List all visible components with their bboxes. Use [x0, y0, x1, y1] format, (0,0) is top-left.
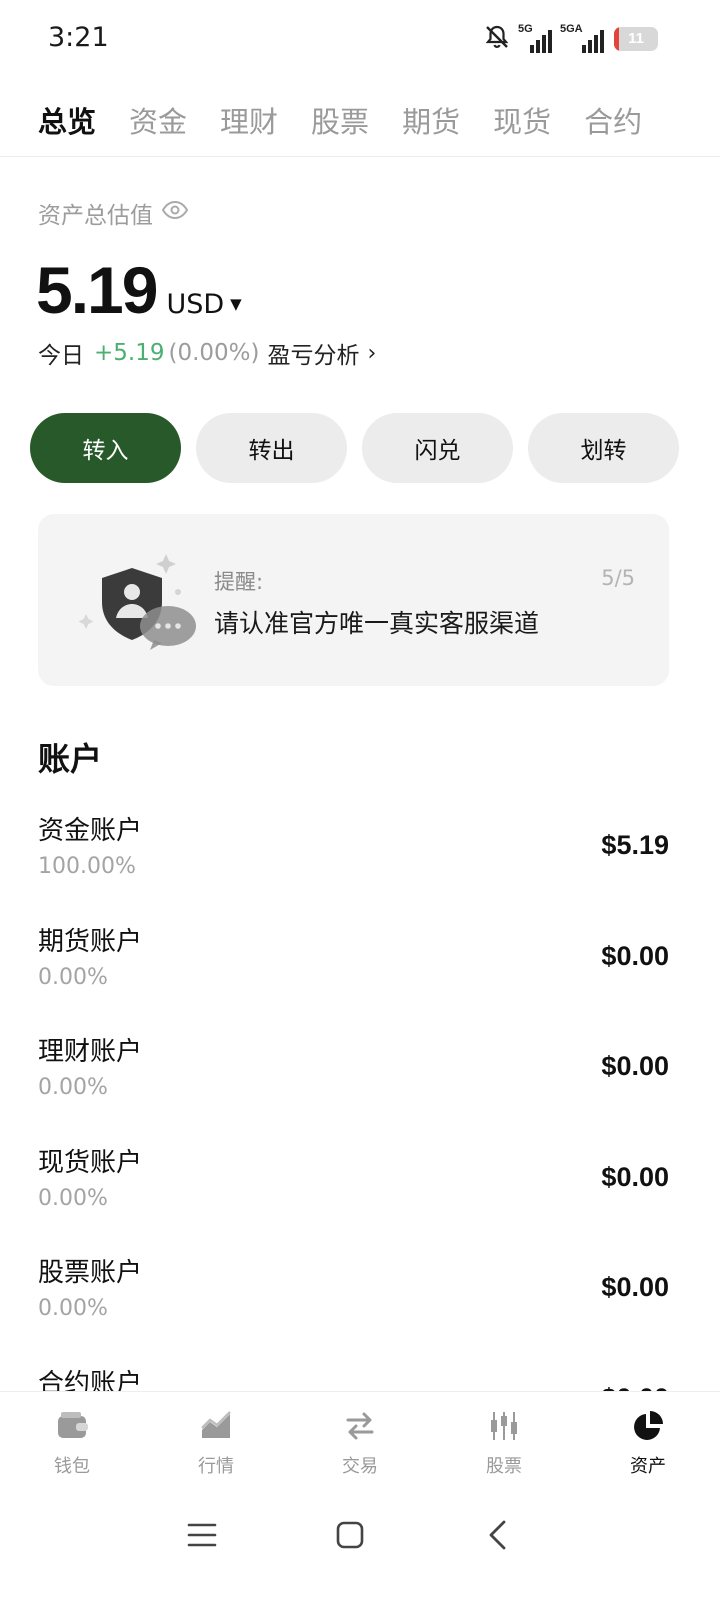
accounts-section-title: 账户 — [38, 740, 103, 778]
caret-down-icon[interactable]: ▼ — [230, 295, 242, 313]
today-change-pct: (0.00%) — [168, 340, 260, 366]
signal-icon: 5G — [518, 23, 552, 53]
tab-4[interactable]: 期货 — [402, 99, 460, 141]
market-chart-icon — [198, 1408, 234, 1448]
reminder-title: 提醒: — [214, 570, 264, 594]
shield-chat-icon — [78, 542, 218, 662]
account-row[interactable]: 现货账户 0.00% $0.00 — [0, 1142, 720, 1252]
account-value: $0.00 — [601, 1051, 669, 1081]
nav-item-2[interactable]: 交易 — [300, 1392, 420, 1487]
today-change: +5.19 — [94, 340, 165, 366]
nav-label: 行情 — [198, 1456, 234, 1477]
account-percentage: 0.00% — [38, 1296, 108, 1321]
status-time: 3:21 — [48, 22, 109, 53]
back-button[interactable] — [468, 1505, 528, 1565]
account-row[interactable]: 资金账户 100.00% $5.19 — [0, 810, 720, 920]
tab-5[interactable]: 现货 — [493, 99, 551, 141]
wallet-icon — [54, 1408, 90, 1448]
nav-item-4[interactable]: 资产 — [588, 1392, 708, 1487]
account-percentage: 100.00% — [38, 854, 136, 879]
status-icons: 5G 5GA 11 — [484, 23, 658, 54]
tab-0[interactable]: 总览 — [38, 99, 96, 141]
withdraw-button[interactable]: 转出 — [196, 413, 347, 483]
battery-level: 11 — [628, 30, 644, 47]
reminder-message: 请认准官方唯一真实客服渠道 — [214, 609, 540, 638]
top-tab-bar: 总览 资金 理财 股票 期货 现货 合约 — [38, 96, 642, 144]
account-value: $0.00 — [601, 940, 669, 971]
account-name: 股票账户 — [38, 1258, 143, 1288]
menu-lines-icon — [187, 1523, 217, 1547]
account-name: 资金账户 — [38, 816, 143, 846]
chevron-right-icon[interactable]: › — [368, 341, 377, 366]
account-name: 现货账户 — [38, 1147, 143, 1178]
nav-item-3[interactable]: 股票 — [444, 1392, 564, 1487]
deposit-button[interactable]: 转入 — [30, 413, 181, 483]
account-name: 期货账户 — [38, 926, 143, 957]
account-value: $5.19 — [601, 830, 669, 860]
network-type-label: 5GA — [560, 23, 583, 35]
eye-icon[interactable] — [161, 200, 189, 226]
account-row[interactable]: 理财账户 0.00% $0.00 — [0, 1031, 720, 1141]
tab-3[interactable]: 股票 — [311, 99, 369, 141]
nav-label: 钱包 — [54, 1456, 90, 1477]
bell-muted-icon — [484, 24, 510, 54]
square-icon — [336, 1521, 364, 1549]
nav-item-0[interactable]: 钱包 — [12, 1392, 132, 1487]
reminder-banner[interactable]: 提醒: 5/5 请认准官方唯一真实客服渠道 — [38, 514, 669, 686]
nav-label: 资产 — [630, 1456, 666, 1477]
account-percentage: 0.00% — [38, 964, 108, 990]
account-name: 理财账户 — [38, 1037, 143, 1067]
recent-apps-button[interactable] — [172, 1505, 232, 1565]
account-value: $0.00 — [601, 1272, 669, 1302]
status-bar: 3:21 5G 5GA 11 — [0, 0, 720, 78]
total-balance: 5.19 — [36, 253, 158, 327]
tab-2[interactable]: 理财 — [220, 99, 278, 141]
tab-1[interactable]: 资金 — [129, 99, 187, 141]
system-navigation-bar — [0, 1487, 720, 1600]
balance-row: 5.19 USD ▼ — [36, 252, 242, 328]
battery-icon: 11 — [614, 27, 658, 51]
account-percentage: 0.00% — [38, 1075, 108, 1100]
nav-label: 股票 — [486, 1456, 522, 1477]
pnl-analysis-link[interactable]: 盈亏分析 — [268, 336, 360, 370]
pie-chart-icon — [630, 1408, 666, 1448]
currency-selector[interactable]: USD — [166, 289, 224, 320]
nav-item-1[interactable]: 行情 — [156, 1392, 276, 1487]
asset-estimate-label-row: 资产总估值 — [38, 196, 189, 230]
account-percentage: 0.00% — [38, 1185, 108, 1211]
convert-button[interactable]: 闪兑 — [362, 413, 513, 483]
transfer-button[interactable]: 划转 — [528, 413, 679, 483]
swap-arrows-icon — [342, 1408, 378, 1448]
back-chevron-icon — [489, 1520, 506, 1550]
today-label: 今日 — [38, 343, 84, 369]
candlestick-icon — [486, 1408, 522, 1448]
divider — [0, 156, 720, 157]
home-button[interactable] — [320, 1505, 380, 1565]
tab-6[interactable]: 合约 — [584, 99, 642, 141]
signal-icon: 5GA — [560, 23, 604, 53]
reminder-page-indicator: 5/5 — [601, 566, 635, 590]
nav-label: 交易 — [342, 1456, 378, 1477]
bottom-navigation: 钱包 行情 交易 股票 资产 — [0, 1391, 720, 1487]
asset-estimate-label: 资产总估值 — [38, 203, 153, 229]
account-row[interactable]: 期货账户 0.00% $0.00 — [0, 921, 720, 1031]
account-row[interactable]: 股票账户 0.00% $0.00 — [0, 1252, 720, 1362]
account-value: $0.00 — [601, 1161, 669, 1192]
action-buttons: 转入 转出 闪兑 划转 — [30, 413, 679, 483]
pnl-row: 今日 +5.19 (0.00%) 盈亏分析 › — [38, 336, 376, 370]
